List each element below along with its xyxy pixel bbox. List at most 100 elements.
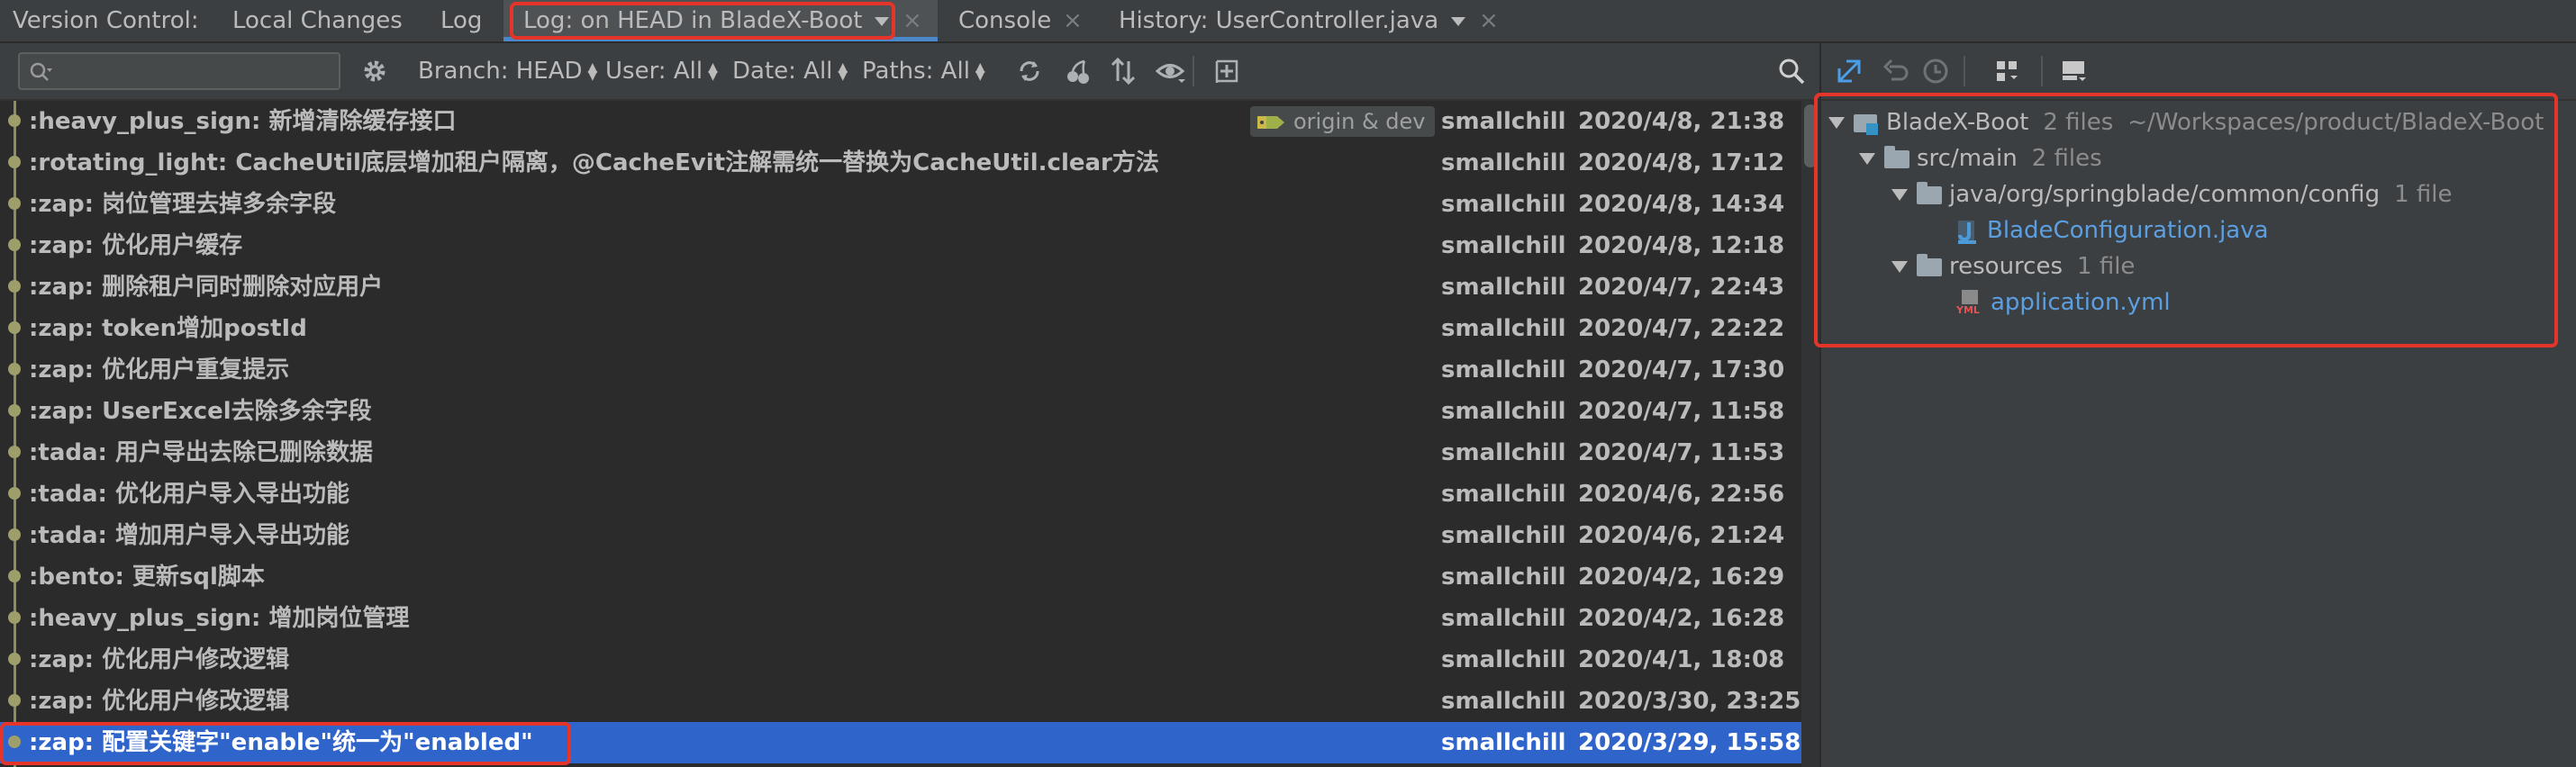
commit-row[interactable]: :zap: UserExcel去除多余字段 smallchill 2020/4/7,… [0, 391, 1819, 432]
tool-window-tab-bar: Version Control: Local Changes Log Log: … [0, 0, 2576, 43]
commit-row[interactable]: :zap: 删除租户同时删除对应用户 smallchill 2020/4/7, 22… [0, 266, 1819, 308]
expand-triangle-icon[interactable] [1891, 189, 1908, 201]
commit-author: smallchill [1441, 688, 1566, 715]
commit-author: smallchill [1441, 191, 1566, 218]
root-count: 2 files [2043, 109, 2114, 136]
commit-row[interactable]: :zap: 优化用户重复提示 smallchill 2020/4/7, 17:30 [0, 349, 1819, 391]
tab-log-on-head[interactable]: Log: on HEAD in BladeX-Boot [503, 0, 938, 41]
tab-local-changes[interactable]: Local Changes [232, 0, 403, 41]
commit-graph-node [8, 446, 21, 458]
paths-filter[interactable]: Paths: All ▲ ▼ [862, 43, 985, 99]
commit-row[interactable]: :zap: 优化用户修改逻辑 smallchill 2020/4/1, 18:08 [0, 639, 1819, 681]
close-icon[interactable]: × [903, 7, 922, 34]
tree-node-resources[interactable]: resources 1 file [1891, 248, 2135, 284]
sort-icon[interactable] [1108, 56, 1138, 86]
tree-node-src-main[interactable]: src/main 2 files [1859, 140, 2102, 176]
updown-arrows-icon: ▲ ▼ [708, 59, 718, 83]
expand-all-icon[interactable] [1834, 56, 1864, 86]
user-filter-label: User: All [605, 58, 703, 85]
folder-icon [1917, 181, 1942, 204]
branch-label-badge[interactable]: origin & dev [1250, 106, 1435, 137]
commit-message: :zap: 删除租户同时删除对应用户 [29, 274, 384, 301]
commit-date: 2020/4/7, 22:43 [1578, 274, 1785, 301]
tab-log[interactable]: Log [440, 0, 482, 41]
commit-message: :heavy_plus_sign: 新增清除缓存接口 [29, 108, 457, 135]
branch-label-text: origin & dev [1293, 109, 1426, 134]
close-icon[interactable]: × [1063, 7, 1083, 34]
tab-history-usercontroller[interactable]: History: UserController.java [1119, 0, 1466, 41]
commit-row[interactable]: :tada: 增加用户导入导出功能 smallchill 2020/4/6, 21:… [0, 515, 1819, 556]
revert-icon[interactable] [1881, 56, 1911, 86]
commit-message: :zap: 优化用户缓存 [29, 232, 243, 259]
branch-filter[interactable]: Branch: HEAD ▲ ▼ [418, 43, 597, 99]
search-icon[interactable] [1776, 56, 1807, 86]
preview-icon[interactable] [2059, 56, 2090, 86]
tab-history-label: History: UserController.java [1119, 7, 1439, 34]
commit-graph-node [8, 197, 21, 210]
version-control-label: Version Control: [13, 7, 199, 34]
root-name: BladeX-Boot [1886, 109, 2029, 136]
log-toolbar: Branch: HEAD ▲ ▼ User: All ▲ ▼ Date: All ▲ ▼ P… [0, 43, 1819, 101]
commit-message: :bento: 更新sql脚本 [29, 564, 265, 591]
tag-icon [1257, 116, 1284, 129]
tab-console[interactable]: Console [958, 0, 1051, 41]
commit-message: :heavy_plus_sign: 增加岗位管理 [29, 605, 410, 632]
commit-message: :zap: 优化用户重复提示 [29, 356, 290, 384]
commit-date: 2020/4/8, 12:18 [1578, 232, 1785, 259]
commit-row[interactable]: :zap: 优化用户修改逻辑 smallchill 2020/3/30, 23:25 [0, 681, 1819, 722]
refresh-icon[interactable] [1014, 56, 1045, 86]
date-filter[interactable]: Date: All ▲ ▼ [732, 43, 848, 99]
commit-graph-node [8, 694, 21, 707]
commit-message: :tada: 优化用户导入导出功能 [29, 481, 349, 508]
commit-author: smallchill [1441, 481, 1566, 508]
commit-search-input[interactable] [18, 52, 340, 90]
tree-node-yml-file[interactable]: YML application.yml [1956, 284, 2171, 320]
commit-graph-node [8, 735, 21, 748]
tab-log-on-head-label: Log: on HEAD in BladeX-Boot [523, 7, 863, 34]
commit-row[interactable]: :heavy_plus_sign: 新增清除缓存接口 origin & dev sm… [0, 101, 1819, 142]
changed-files-panel: BladeX-Boot 2 files ~/Workspaces/product/B… [1821, 43, 2576, 767]
group-by-icon[interactable] [1992, 56, 2023, 86]
commit-graph-node [8, 404, 21, 417]
tree-node-java-file[interactable]: BladeConfiguration.java [1956, 212, 2269, 248]
tree-node-config-dir[interactable]: java/org/springblade/common/config 1 file [1891, 176, 2452, 212]
commit-row[interactable]: :rotating_light: CacheUtil底层增加租户隔离，@Cach… [0, 142, 1819, 184]
expand-triangle-icon[interactable] [1828, 117, 1845, 129]
commit-row[interactable]: :bento: 更新sql脚本 smallchill 2020/4/2, 16:29 [0, 556, 1819, 598]
commit-row[interactable]: :tada: 用户导出去除已删除数据 smallchill 2020/4/7, 11… [0, 432, 1819, 474]
java-file-name: BladeConfiguration.java [1987, 217, 2269, 244]
scrollbar-thumb[interactable] [1804, 104, 1817, 167]
commit-author: smallchill [1441, 108, 1566, 135]
resources-count: 1 file [2077, 253, 2136, 280]
close-icon[interactable]: × [1479, 7, 1499, 34]
paths-filter-label: Paths: All [862, 58, 970, 85]
eye-icon[interactable] [1155, 56, 1185, 86]
yml-file-icon: YML [1956, 289, 1983, 317]
chevron-down-icon[interactable] [1451, 16, 1466, 26]
toolbar-separator [1964, 56, 1965, 86]
commit-date: 2020/4/8, 21:38 [1578, 108, 1785, 135]
user-filter[interactable]: User: All ▲ ▼ [605, 43, 718, 99]
history-icon[interactable] [1920, 56, 1951, 86]
commit-row[interactable]: :heavy_plus_sign: 增加岗位管理 smallchill 2020/4… [0, 598, 1819, 639]
tree-node-root[interactable]: BladeX-Boot 2 files ~/Workspaces/product/B… [1828, 104, 2544, 140]
commit-list[interactable]: :heavy_plus_sign: 新增清除缓存接口 origin & dev sm… [0, 101, 1819, 767]
commit-list-scrollbar[interactable] [1801, 101, 1819, 767]
commit-author: smallchill [1441, 646, 1566, 673]
expand-triangle-icon[interactable] [1859, 153, 1875, 165]
commit-row[interactable]: :tada: 优化用户导入导出功能 smallchill 2020/4/6, 22:… [0, 474, 1819, 515]
expand-triangle-icon[interactable] [1891, 261, 1908, 273]
commit-author: smallchill [1441, 522, 1566, 549]
commit-row[interactable]: :zap: 岗位管理去掉多余字段 smallchill 2020/4/8, 14:3… [0, 184, 1819, 225]
commit-graph-node [8, 528, 21, 541]
commit-date: 2020/4/1, 18:08 [1578, 646, 1785, 673]
commit-row[interactable]: :zap: 配置关键字"enable"统一为"enabled" smallchil… [0, 722, 1819, 763]
cherry-pick-icon[interactable] [1063, 56, 1093, 86]
gear-icon[interactable] [359, 56, 390, 86]
commit-row[interactable]: :zap: token增加postId smallchill 2020/4/7, 2… [0, 308, 1819, 349]
new-branch-icon[interactable] [1212, 56, 1243, 86]
commit-row[interactable]: :zap: 优化用户缓存 smallchill 2020/4/8, 12:18 [0, 225, 1819, 266]
commit-graph-node [8, 239, 21, 251]
chevron-down-icon[interactable] [875, 16, 890, 26]
commit-date: 2020/4/7, 11:53 [1578, 439, 1785, 466]
